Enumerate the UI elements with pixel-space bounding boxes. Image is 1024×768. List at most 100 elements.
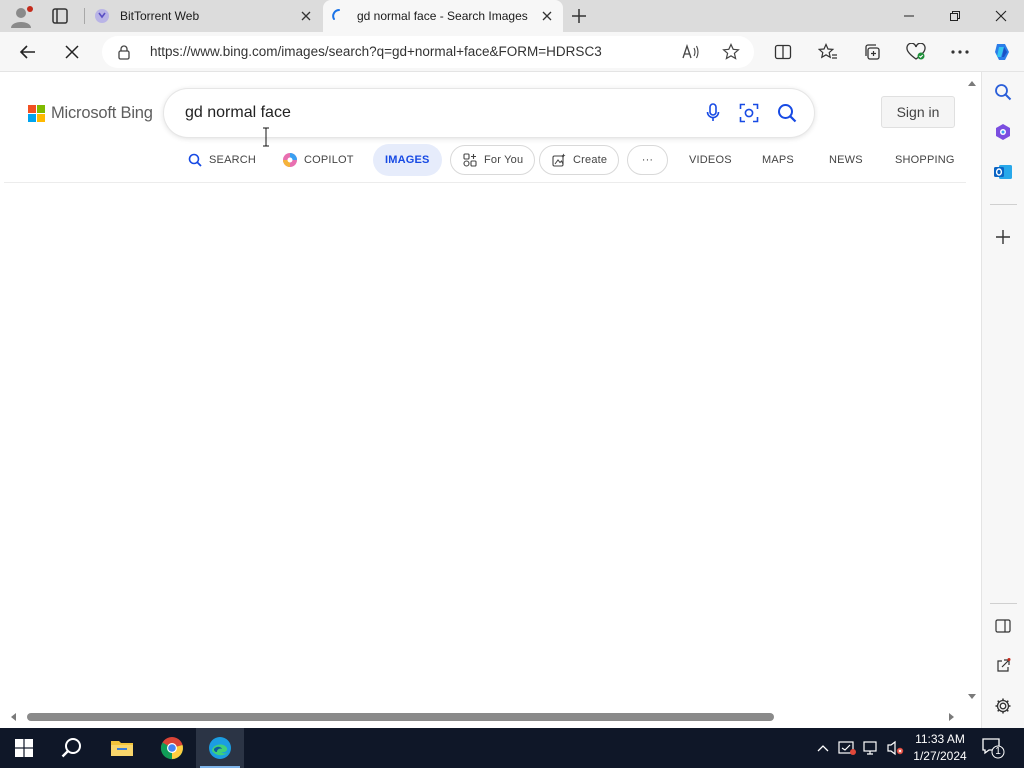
horizontal-scrollbar[interactable] bbox=[0, 708, 966, 724]
create-icon bbox=[551, 152, 567, 168]
external-link-icon bbox=[997, 658, 1011, 672]
microphone-icon bbox=[706, 103, 720, 121]
close-icon bbox=[995, 10, 1007, 22]
visual-search-button[interactable] bbox=[739, 103, 759, 123]
scope-for-you[interactable]: For You bbox=[450, 145, 536, 175]
read-aloud-icon bbox=[682, 44, 699, 59]
tab-bittorrent[interactable]: BitTorrent Web bbox=[86, 0, 322, 32]
bittorrent-icon bbox=[95, 9, 109, 23]
system-clock[interactable]: 11:33 AM 1/27/2024 bbox=[905, 731, 975, 765]
url-text[interactable]: https://www.bing.com/images/search?q=gd+… bbox=[150, 36, 602, 68]
address-bar[interactable]: https://www.bing.com/images/search?q=gd+… bbox=[102, 36, 754, 68]
stop-loading-button[interactable] bbox=[60, 40, 84, 64]
favorites-button[interactable] bbox=[816, 40, 840, 64]
sidebar-divider bbox=[990, 603, 1017, 604]
sidebar-outlook-button[interactable] bbox=[993, 162, 1013, 182]
scope-shopping[interactable]: SHOPPING bbox=[895, 144, 955, 176]
scope-label: COPILOT bbox=[304, 154, 354, 166]
copilot-button[interactable] bbox=[990, 40, 1014, 64]
show-hidden-icons-button[interactable] bbox=[813, 738, 833, 758]
lock-icon[interactable] bbox=[116, 44, 132, 60]
scroll-down-arrow[interactable] bbox=[966, 691, 978, 701]
notification-center-button[interactable]: 1 bbox=[981, 736, 1005, 760]
taskbar-search-button[interactable] bbox=[48, 728, 96, 768]
volume-button[interactable] bbox=[885, 738, 905, 758]
edge-sidebar bbox=[981, 72, 1024, 728]
scope-label: SEARCH bbox=[209, 154, 257, 166]
profile-button[interactable] bbox=[8, 4, 34, 30]
tab-title: BitTorrent Web bbox=[120, 9, 200, 23]
collections-button[interactable] bbox=[860, 40, 884, 64]
scope-copilot[interactable]: COPILOT bbox=[282, 144, 354, 176]
sign-in-button[interactable]: Sign in bbox=[881, 96, 955, 128]
plus-icon bbox=[996, 230, 1010, 244]
browser-toolbar: https://www.bing.com/images/search?q=gd+… bbox=[0, 32, 1024, 72]
hide-sidebar-button[interactable] bbox=[993, 616, 1013, 636]
search-box[interactable]: gd normal face bbox=[164, 89, 814, 147]
tab-bing-images[interactable]: gd normal face - Search Images bbox=[323, 0, 563, 32]
split-screen-icon bbox=[774, 44, 792, 60]
notification-count: 1 bbox=[995, 746, 1001, 757]
search-input[interactable]: gd normal face bbox=[185, 89, 291, 137]
scope-create[interactable]: Create bbox=[539, 145, 620, 175]
close-icon bbox=[65, 45, 79, 59]
network-button[interactable] bbox=[861, 738, 881, 758]
scope-images[interactable]: IMAGES bbox=[373, 144, 442, 176]
settings-more-button[interactable] bbox=[948, 40, 972, 64]
external-link-button[interactable] bbox=[993, 656, 1013, 676]
scope-label: For You bbox=[484, 154, 524, 166]
tab-actions-icon bbox=[52, 8, 68, 24]
sidebar-add-button[interactable] bbox=[993, 227, 1013, 247]
favorite-star-button[interactable] bbox=[721, 42, 741, 62]
scope-videos[interactable]: VIDEOS bbox=[689, 144, 732, 176]
tray-app-button[interactable] bbox=[837, 738, 857, 758]
tools-icon bbox=[996, 124, 1010, 140]
browser-essentials-button[interactable] bbox=[904, 40, 928, 64]
start-button[interactable] bbox=[0, 728, 48, 768]
scope-maps[interactable]: MAPS bbox=[762, 144, 794, 176]
triangle-right-icon[interactable] bbox=[948, 712, 955, 722]
edge-button[interactable] bbox=[196, 728, 244, 768]
sidebar-search-button[interactable] bbox=[993, 82, 1013, 102]
chrome-button[interactable] bbox=[148, 728, 196, 768]
scroll-up-arrow[interactable] bbox=[966, 78, 978, 88]
file-explorer-button[interactable] bbox=[98, 728, 146, 768]
split-screen-button[interactable] bbox=[771, 40, 795, 64]
more-icon: ··· bbox=[641, 154, 654, 166]
more-icon bbox=[951, 50, 969, 54]
scrollbar-thumb[interactable] bbox=[27, 713, 774, 721]
chrome-icon bbox=[160, 737, 183, 760]
minimize-button[interactable] bbox=[886, 0, 932, 32]
search-icon bbox=[61, 738, 81, 758]
scope-label: VIDEOS bbox=[689, 154, 732, 166]
search-submit-button[interactable] bbox=[777, 103, 797, 123]
search-icon bbox=[778, 104, 797, 123]
sidebar-settings-button[interactable] bbox=[993, 696, 1013, 716]
tab-strip: BitTorrent Web gd normal face - Search I… bbox=[0, 0, 1024, 32]
back-button[interactable] bbox=[16, 40, 40, 64]
search-scope-nav: SEARCH COPILOT IMAGES For You Create ··· bbox=[0, 144, 970, 182]
scope-more-button[interactable]: ··· bbox=[627, 145, 668, 175]
plus-icon bbox=[572, 9, 586, 23]
close-window-button[interactable] bbox=[978, 0, 1024, 32]
camera-search-icon bbox=[739, 103, 759, 123]
read-aloud-button[interactable] bbox=[681, 42, 701, 62]
voice-search-button[interactable] bbox=[703, 103, 723, 123]
triangle-up-icon bbox=[968, 80, 976, 86]
sidebar-divider bbox=[990, 204, 1017, 205]
sidebar-panel-icon bbox=[995, 619, 1011, 633]
close-tab-icon[interactable] bbox=[298, 8, 314, 24]
scope-search[interactable]: SEARCH bbox=[187, 144, 256, 176]
sidebar-tools-button[interactable] bbox=[993, 122, 1013, 142]
close-tab-icon[interactable] bbox=[539, 8, 555, 24]
triangle-left-icon[interactable] bbox=[10, 712, 17, 722]
scope-news[interactable]: NEWS bbox=[829, 144, 863, 176]
search-icon bbox=[995, 84, 1012, 101]
new-tab-button[interactable] bbox=[568, 6, 590, 26]
windows-taskbar: 11:33 AM 1/27/2024 1 bbox=[0, 728, 1024, 768]
tab-actions-button[interactable] bbox=[48, 6, 72, 26]
scope-label: Create bbox=[573, 154, 608, 166]
network-icon bbox=[863, 741, 877, 755]
restore-button[interactable] bbox=[932, 0, 978, 32]
bing-logo[interactable]: Microsoft Bing bbox=[28, 103, 153, 123]
